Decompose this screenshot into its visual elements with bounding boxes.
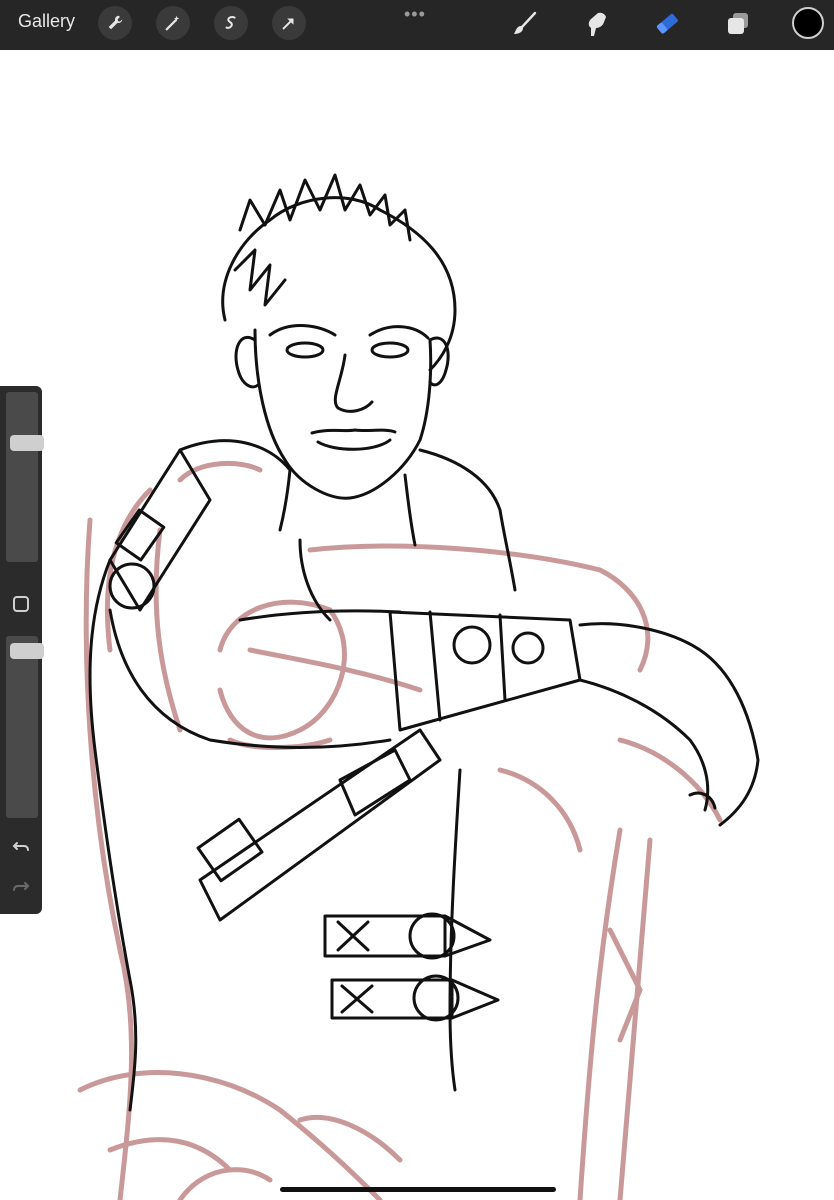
opacity-thumb[interactable] xyxy=(10,642,44,659)
redo-icon[interactable] xyxy=(11,876,31,896)
smudge-icon xyxy=(588,12,606,36)
drawing-canvas[interactable] xyxy=(0,50,834,1200)
transform-arrow-icon xyxy=(282,18,294,30)
brush-size-thumb[interactable] xyxy=(10,435,44,452)
eraser-tool-button[interactable] xyxy=(651,8,683,40)
rough-sketch-layer xyxy=(77,460,723,1200)
actions-wrench-button[interactable] xyxy=(98,6,132,40)
brush-size-slider[interactable] xyxy=(6,392,44,562)
home-indicator xyxy=(280,1187,556,1192)
layers-icon xyxy=(728,13,748,34)
smudge-tool-button[interactable] xyxy=(580,8,612,40)
selection-icon xyxy=(225,16,236,29)
color-picker-button[interactable] xyxy=(792,7,824,39)
line-art-drawing xyxy=(77,173,760,1200)
gallery-button[interactable]: Gallery xyxy=(18,11,75,32)
brush-icon xyxy=(514,11,537,34)
adjustments-button[interactable] xyxy=(156,6,190,40)
undo-icon[interactable] xyxy=(11,836,31,856)
magic-wand-icon xyxy=(165,15,180,31)
opacity-slider[interactable] xyxy=(6,636,44,818)
wrench-icon xyxy=(108,15,123,30)
brush-tool-button[interactable] xyxy=(508,8,540,40)
eraser-icon xyxy=(656,13,678,34)
transform-button[interactable] xyxy=(272,6,306,40)
selection-button[interactable] xyxy=(214,6,248,40)
sidebar-panel xyxy=(0,386,44,914)
more-options-button[interactable]: ••• xyxy=(404,4,426,25)
layers-button[interactable] xyxy=(722,8,754,40)
top-toolbar: Gallery ••• xyxy=(0,0,834,50)
ink-layer xyxy=(88,173,760,1112)
modify-button[interactable] xyxy=(13,596,29,612)
